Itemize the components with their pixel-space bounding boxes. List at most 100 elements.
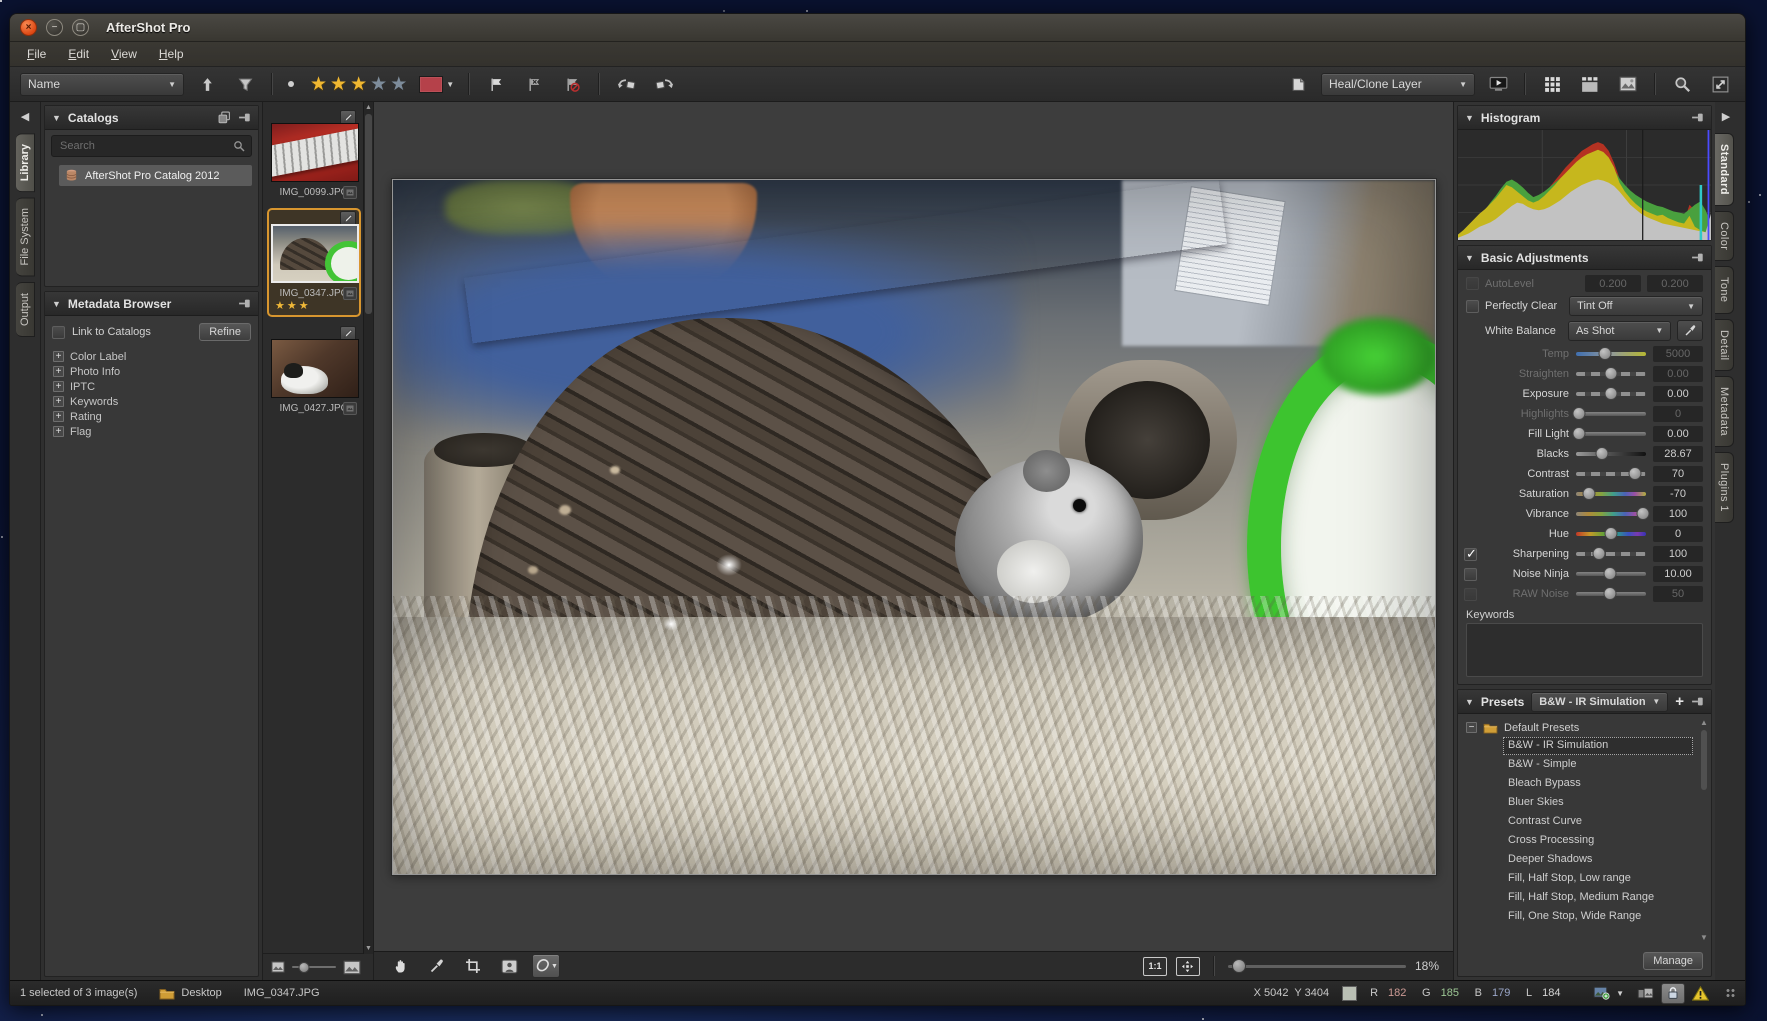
redeye-tool-button[interactable] (496, 955, 522, 977)
external-editor-icon[interactable] (1637, 987, 1654, 1000)
menu-view[interactable]: View (102, 44, 146, 64)
proof-profile-control[interactable]: ▼ (1593, 986, 1624, 1000)
preset-item[interactable]: Bluer Skies (1503, 794, 1693, 812)
filmstrip-scrollbar[interactable]: ▲ ▼ (363, 102, 373, 954)
slider-value[interactable]: 100 (1653, 546, 1703, 562)
photo-canvas[interactable] (392, 179, 1436, 875)
warning-icon[interactable] (1692, 986, 1709, 1001)
keywords-input[interactable] (1466, 623, 1703, 677)
link-to-catalogs-checkbox[interactable] (52, 326, 65, 339)
white-balance-dropdown[interactable]: As Shot▼ (1568, 321, 1671, 341)
slider-value[interactable]: 28.67 (1653, 446, 1703, 462)
presets-header[interactable]: ▼ Presets B&W - IR Simulation▼ + (1458, 690, 1711, 714)
slider-contrast[interactable] (1575, 467, 1647, 481)
slider-vibrance[interactable] (1575, 507, 1647, 521)
slider-value[interactable]: 0.00 (1653, 386, 1703, 402)
slider-value[interactable]: 5000 (1653, 346, 1703, 362)
pin-icon[interactable] (1691, 252, 1704, 263)
metadata-item-rating[interactable]: +Rating (53, 409, 250, 424)
slider-raw-noise[interactable] (1575, 587, 1647, 601)
tool-tab-detail[interactable]: Detail (1715, 319, 1734, 372)
slider-thumb[interactable] (1628, 467, 1641, 480)
flag-pick-button[interactable] (481, 72, 511, 96)
metadata-item-iptc[interactable]: +IPTC (53, 379, 250, 394)
rating-star-2[interactable]: ★ (330, 73, 348, 96)
menu-file[interactable]: File (18, 44, 55, 64)
preset-item[interactable]: B&W - Simple (1503, 756, 1693, 774)
slider-noise-ninja[interactable] (1575, 567, 1647, 581)
slider-value[interactable]: 70 (1653, 466, 1703, 482)
slider-value[interactable]: 100 (1653, 506, 1703, 522)
slider-value[interactable]: 0 (1653, 406, 1703, 422)
pin-icon[interactable] (238, 298, 251, 309)
slideshow-button[interactable] (1483, 72, 1513, 96)
scroll-down-arrow-icon[interactable]: ▼ (1699, 933, 1709, 942)
browse-view-button[interactable] (1575, 72, 1605, 96)
pin-icon[interactable] (1691, 696, 1704, 707)
slider-value[interactable]: -70 (1653, 486, 1703, 502)
search-input[interactable] (58, 139, 233, 153)
large-thumbnail-icon[interactable] (343, 960, 361, 975)
slider-thumb[interactable] (1592, 547, 1605, 560)
zoom-slider-thumb[interactable] (1232, 959, 1246, 973)
expand-plus-icon[interactable]: + (53, 396, 64, 407)
slider-thumb[interactable] (1637, 507, 1650, 520)
autolevel-value-1[interactable]: 0.200 (1585, 275, 1641, 292)
slider-thumb[interactable] (1572, 407, 1585, 420)
slider-thumb[interactable] (299, 962, 310, 973)
scroll-up-arrow-icon[interactable]: ▲ (364, 104, 373, 111)
fullscreen-button[interactable] (1705, 72, 1735, 96)
scroll-up-arrow-icon[interactable]: ▲ (1699, 718, 1709, 727)
metadata-browser-header[interactable]: ▼ Metadata Browser (45, 292, 258, 316)
thumbnail-view-button[interactable] (1537, 72, 1567, 96)
catalog-item[interactable]: AfterShot Pro Catalog 2012 (59, 165, 252, 186)
expand-plus-icon[interactable]: + (53, 381, 64, 392)
filmstrip-item[interactable]: IMG_0427.JPG (267, 323, 361, 418)
slider-thumb[interactable] (1596, 447, 1609, 460)
slider-value[interactable]: 10.00 (1653, 566, 1703, 582)
close-button[interactable]: × (20, 19, 37, 36)
histogram-header[interactable]: ▼ Histogram (1458, 106, 1711, 130)
sort-dropdown[interactable]: Name▼ (20, 73, 184, 96)
autolevel-checkbox[interactable] (1466, 277, 1479, 290)
slider-value[interactable]: 0.00 (1653, 426, 1703, 442)
scrollbar-thumb[interactable] (1701, 730, 1707, 790)
rotate-right-button[interactable] (649, 72, 679, 96)
slider-blacks[interactable] (1575, 447, 1647, 461)
slider-straighten[interactable] (1575, 367, 1647, 381)
refine-button[interactable]: Refine (199, 323, 251, 341)
scroll-down-arrow-icon[interactable]: ▼ (364, 945, 373, 952)
image-view-button[interactable] (1613, 72, 1643, 96)
preset-item[interactable]: Deeper Shadows (1503, 851, 1693, 869)
preset-item[interactable]: Cross Processing (1503, 832, 1693, 850)
sort-direction-button[interactable] (192, 72, 222, 96)
sharpening-checkbox[interactable] (1464, 548, 1477, 561)
preset-dropdown[interactable]: B&W - IR Simulation▼ (1531, 692, 1668, 712)
sidebar-tab-library[interactable]: Library (16, 133, 35, 192)
pan-tool-button[interactable] (388, 955, 414, 977)
crop-tool-button[interactable] (460, 955, 486, 977)
maximize-button[interactable]: ▢ (72, 19, 89, 36)
slider-thumb[interactable] (1599, 347, 1612, 360)
tint-dropdown[interactable]: Tint Off▼ (1569, 296, 1703, 316)
rating-star-4[interactable]: ★ (370, 73, 388, 96)
slider-thumb[interactable] (1604, 567, 1617, 580)
new-layer-button[interactable] (1283, 72, 1313, 96)
menu-help[interactable]: Help (150, 44, 193, 64)
thumbnail-size-slider[interactable] (292, 961, 336, 973)
minimize-button[interactable]: − (46, 19, 63, 36)
rotate-left-button[interactable] (611, 72, 641, 96)
rating-star-3[interactable]: ★ (350, 73, 368, 96)
slider-thumb[interactable] (1605, 527, 1618, 540)
resize-grip[interactable] (1726, 989, 1735, 997)
slider-value[interactable]: 50 (1653, 586, 1703, 602)
preset-folder-row[interactable]: − Default Presets (1466, 719, 1697, 736)
expand-plus-icon[interactable]: + (53, 366, 64, 377)
rating-star-5[interactable]: ★ (390, 73, 408, 96)
zoom-100-button[interactable]: 1:1 (1143, 957, 1167, 976)
title-bar[interactable]: × − ▢ AfterShot Pro (10, 14, 1745, 42)
slider-thumb[interactable] (1605, 367, 1618, 380)
expand-plus-icon[interactable]: + (53, 411, 64, 422)
tool-tab-color[interactable]: Color (1715, 211, 1734, 261)
preset-item[interactable]: Contrast Curve (1503, 813, 1693, 831)
